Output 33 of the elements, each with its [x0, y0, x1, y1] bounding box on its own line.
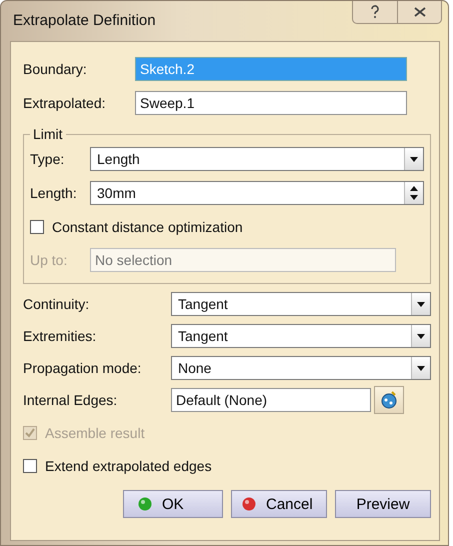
checkbox-label: Assemble result — [45, 424, 145, 440]
field-label: Extrapolated: — [23, 95, 106, 111]
spinner-arrows-icon[interactable] — [404, 182, 423, 204]
group-title: Limit — [32, 126, 64, 142]
edit-button[interactable] — [374, 386, 404, 414]
dialog-button[interactable]: OK — [123, 490, 223, 518]
window-title: Extrapolate Definition — [13, 12, 157, 28]
cancel-icon — [242, 497, 256, 511]
globe-icon — [380, 391, 398, 409]
checkbox-label: Constant distance optimization — [52, 218, 243, 234]
field-label: Propagation mode: — [23, 360, 142, 376]
close-icon — [414, 7, 426, 17]
length-spinner[interactable]: 30mm — [90, 181, 424, 205]
field-label: Length: — [30, 185, 78, 201]
checkbox-label: Extend extrapolated edges — [45, 458, 212, 474]
dropdown[interactable]: None — [171, 356, 431, 380]
help-icon — [370, 5, 380, 19]
field-label: Boundary: — [23, 61, 88, 77]
selection-field[interactable]: Sweep.1 — [135, 91, 407, 115]
checkbox[interactable] — [30, 220, 44, 234]
ok-icon — [138, 497, 152, 511]
dialog-button[interactable]: Cancel — [231, 490, 327, 518]
field-label: Extremities: — [23, 328, 98, 344]
field-label: Up to: — [30, 252, 68, 268]
dropdown[interactable]: Tangent — [171, 324, 431, 348]
dialog-button[interactable]: Preview — [335, 490, 431, 518]
field-label: Internal Edges: — [23, 392, 118, 408]
type-dropdown[interactable]: Length — [90, 147, 424, 171]
field-label: Continuity: — [23, 296, 90, 312]
field-label: Type: — [30, 151, 66, 167]
selection-field[interactable]: Default (None) — [171, 388, 371, 412]
checkbox[interactable] — [23, 458, 37, 472]
dropdown[interactable]: Tangent — [171, 292, 431, 316]
